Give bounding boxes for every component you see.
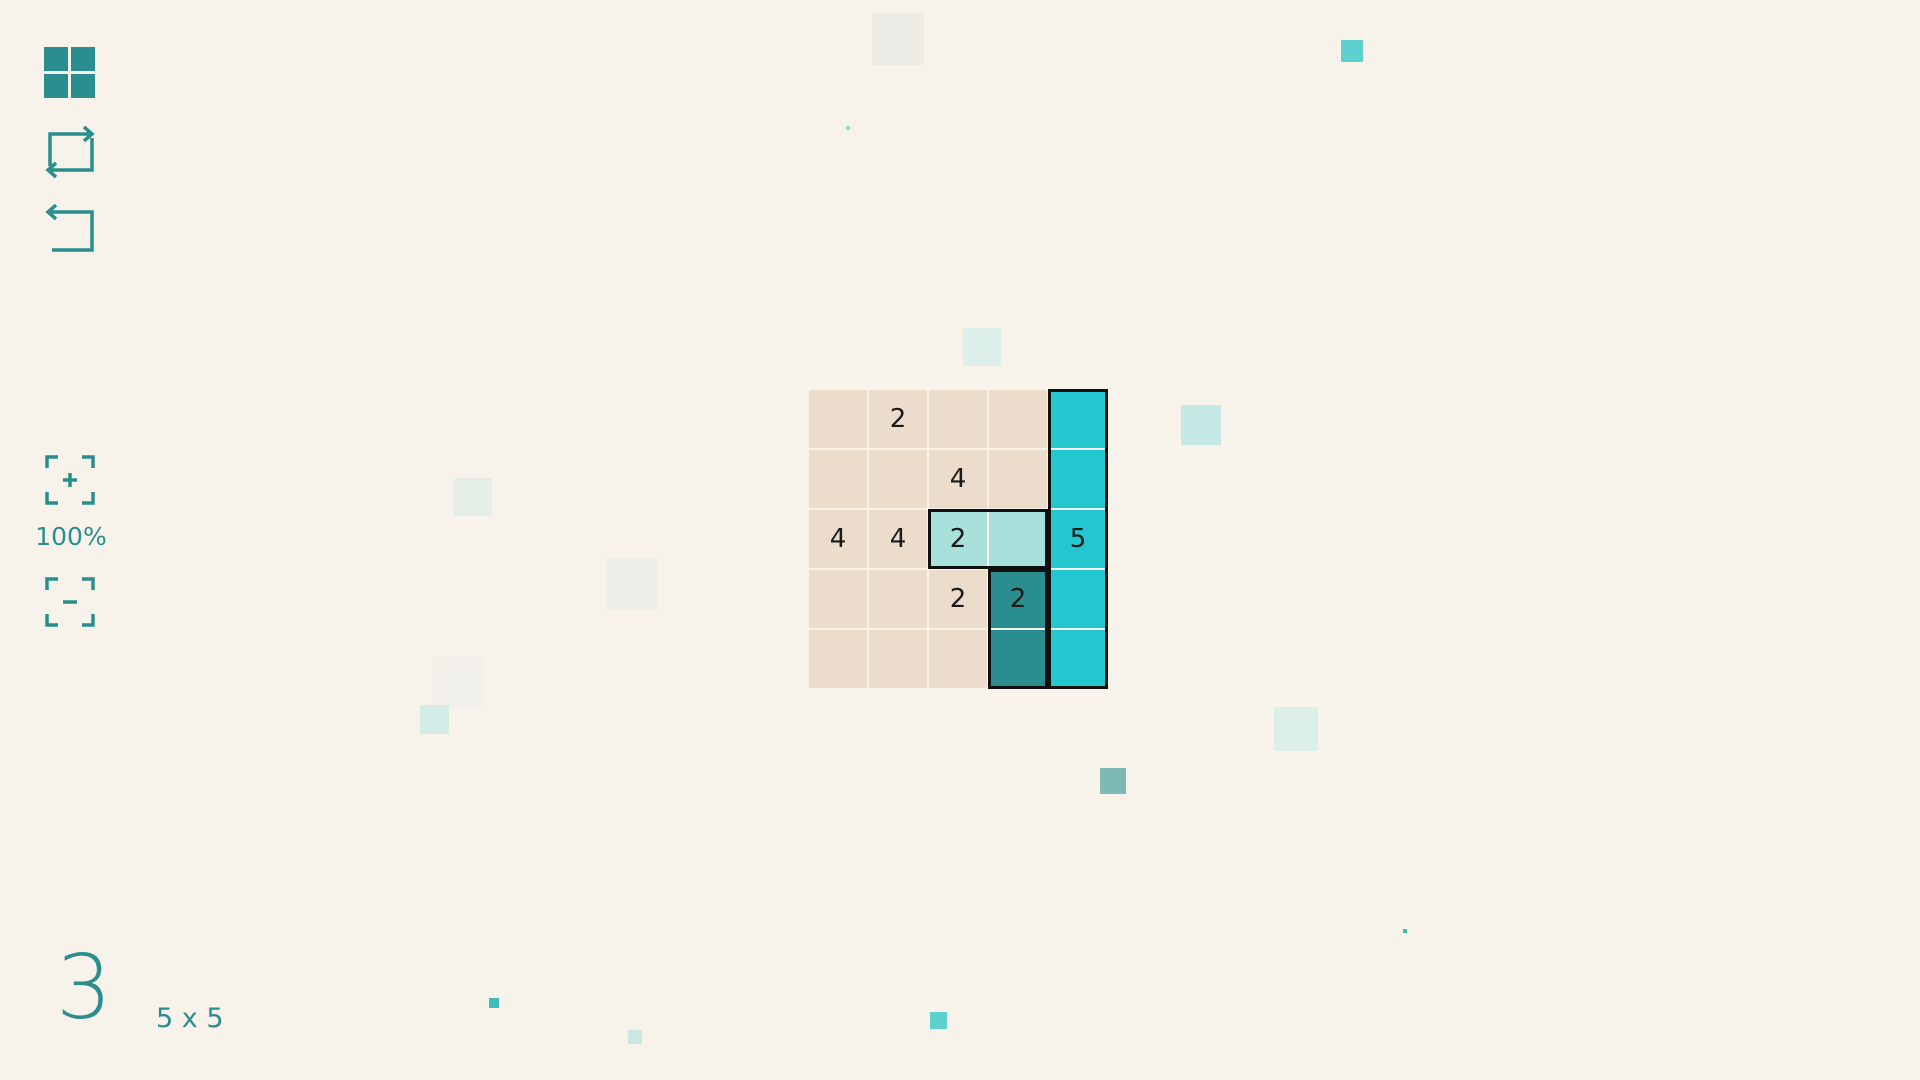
- board-cell-r1-c2[interactable]: 2: [869, 390, 927, 448]
- zoom-level-label: 100%: [35, 522, 107, 551]
- floating-square: [872, 13, 924, 65]
- restart-button[interactable]: [42, 124, 98, 180]
- zoom-out-button[interactable]: [42, 574, 98, 630]
- level-number: 3: [56, 936, 112, 1039]
- board-cell-r1-c3[interactable]: [929, 390, 987, 448]
- board-cell-r2-c5[interactable]: [1049, 450, 1107, 508]
- board-cell-r3-c5[interactable]: 5: [1049, 510, 1107, 568]
- board-cell-r3-c4[interactable]: [989, 510, 1047, 568]
- board-cell-r1-c5[interactable]: [1049, 390, 1107, 448]
- board-cell-r1-c4[interactable]: [989, 390, 1047, 448]
- floating-square: [628, 1030, 642, 1044]
- zoom-out-icon: [45, 577, 95, 627]
- board-cell-r5-c1[interactable]: [809, 630, 867, 688]
- undo-button[interactable]: [42, 204, 98, 260]
- restart-icon: [45, 125, 95, 179]
- floating-square: [489, 998, 499, 1008]
- board-cell-r4-c4[interactable]: 2: [989, 570, 1047, 628]
- game-screen: 100% 24442522 3 5 x 5: [0, 0, 1920, 1080]
- board-cell-r4-c3[interactable]: 2: [929, 570, 987, 628]
- board-cell-r2-c4[interactable]: [989, 450, 1047, 508]
- board-cell-r4-c2[interactable]: [869, 570, 927, 628]
- board-cell-r5-c4[interactable]: [989, 630, 1047, 688]
- floating-square: [1403, 929, 1407, 933]
- board-cell-r4-c5[interactable]: [1049, 570, 1107, 628]
- zoom-in-icon: [45, 455, 95, 505]
- floating-square: [454, 478, 492, 516]
- floating-square: [607, 558, 659, 610]
- board-size-label: 5 x 5: [156, 1003, 224, 1034]
- floating-square: [420, 705, 449, 734]
- floating-square: [433, 657, 483, 707]
- floating-square: [1274, 707, 1318, 751]
- board-cell-r5-c3[interactable]: [929, 630, 987, 688]
- board-cell-r3-c1[interactable]: 4: [809, 510, 867, 568]
- zoom-in-button[interactable]: [42, 452, 98, 508]
- puzzle-board: 24442522: [809, 389, 1109, 690]
- undo-icon: [45, 204, 94, 252]
- floating-square: [846, 126, 850, 130]
- levels-grid-button[interactable]: [42, 44, 98, 100]
- board-cell-r3-c3[interactable]: 2: [929, 510, 987, 568]
- board-cell-r3-c2[interactable]: 4: [869, 510, 927, 568]
- board-cell-r2-c1[interactable]: [809, 450, 867, 508]
- floating-square: [963, 328, 1001, 366]
- board-cell-r5-c5[interactable]: [1049, 630, 1107, 688]
- board-cell-r1-c1[interactable]: [809, 390, 867, 448]
- floating-square: [930, 1012, 947, 1029]
- board-cell-r2-c3[interactable]: 4: [929, 450, 987, 508]
- board-cell-r5-c2[interactable]: [869, 630, 927, 688]
- floating-square: [1341, 40, 1363, 62]
- board-cell-r4-c1[interactable]: [809, 570, 867, 628]
- grid-icon: [44, 47, 95, 98]
- floating-square: [1100, 768, 1126, 794]
- board-cell-r2-c2[interactable]: [869, 450, 927, 508]
- floating-square: [1181, 405, 1221, 445]
